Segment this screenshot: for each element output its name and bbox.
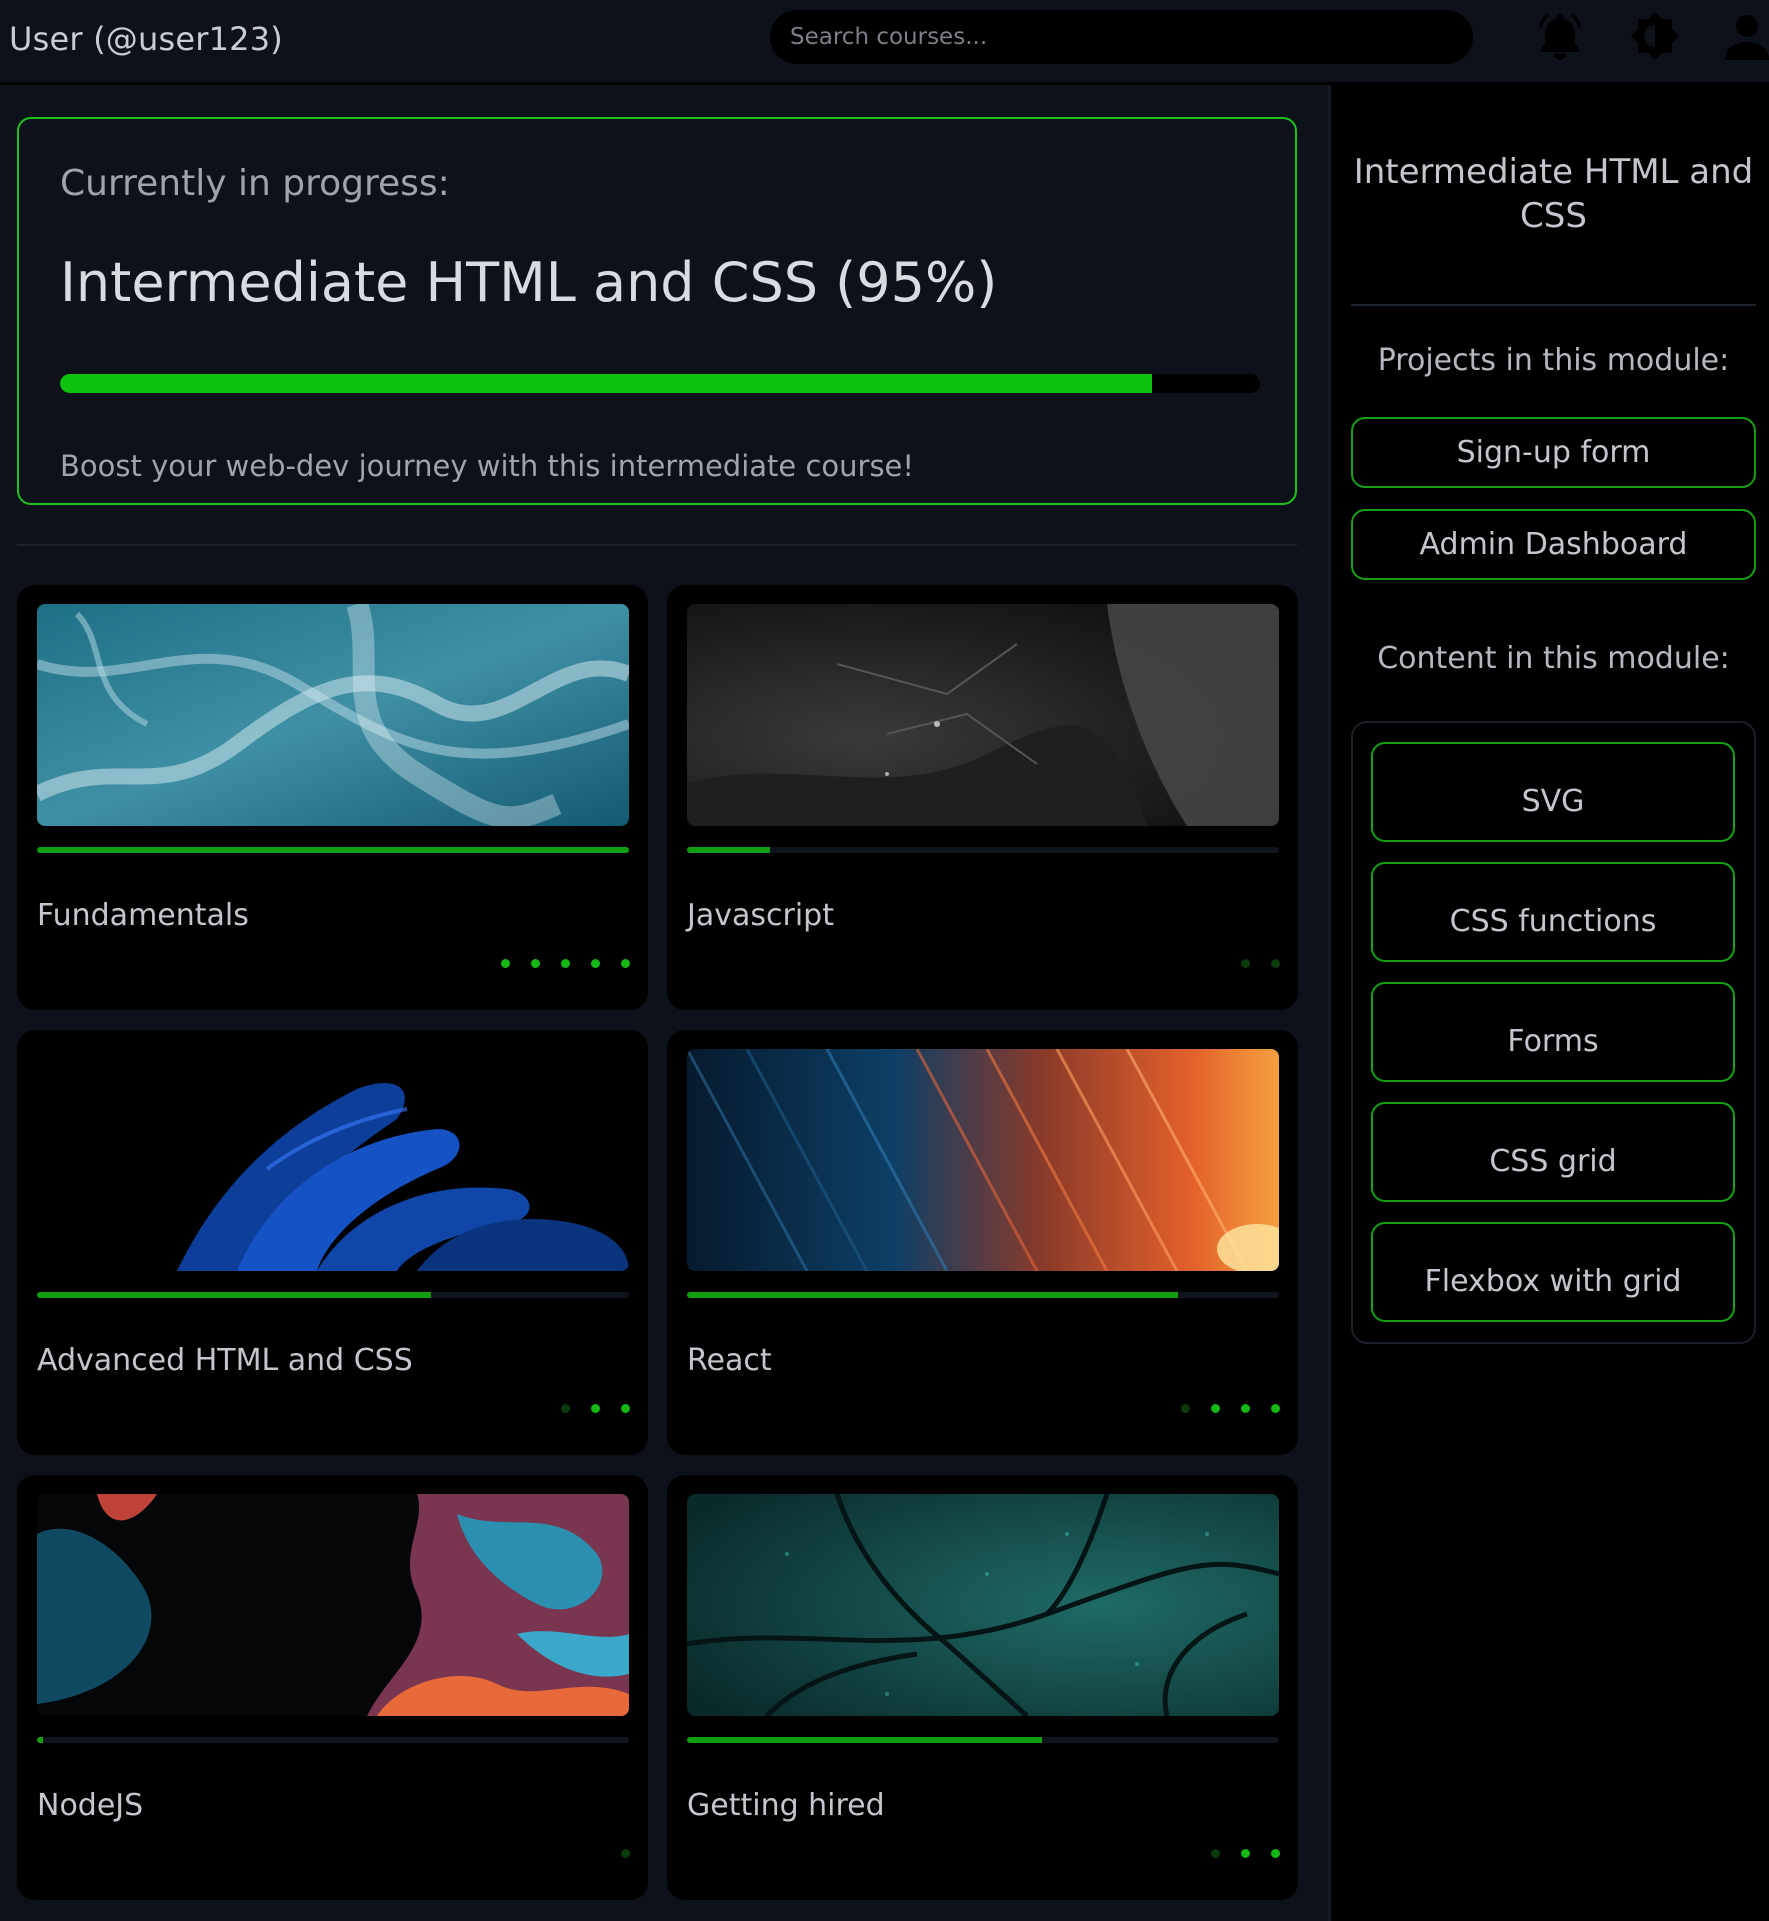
project-button-signup-form[interactable]: Sign-up form bbox=[1351, 417, 1756, 488]
course-image bbox=[37, 1049, 629, 1271]
lesson-dot bbox=[1211, 1403, 1220, 1413]
lesson-dot bbox=[1271, 958, 1280, 968]
module-sidebar: Intermediate HTML and CSS Projects in th… bbox=[1328, 85, 1769, 1921]
course-card[interactable]: Advanced HTML and CSS bbox=[17, 1030, 648, 1455]
lesson-dot bbox=[591, 958, 600, 968]
course-progress-fill bbox=[687, 847, 770, 853]
bell-icon[interactable] bbox=[1532, 8, 1588, 64]
content-item-css-functions[interactable]: CSS functions bbox=[1371, 862, 1735, 962]
lesson-dots bbox=[501, 956, 630, 970]
search-input[interactable] bbox=[770, 10, 1473, 64]
course-progress-bar bbox=[687, 847, 1279, 853]
top-bar: User (@user123) bbox=[0, 0, 1769, 85]
course-title: NodeJS bbox=[37, 1788, 144, 1823]
lesson-dots bbox=[561, 1401, 630, 1415]
course-progress-bar bbox=[687, 1737, 1279, 1743]
lesson-dot bbox=[531, 958, 540, 968]
course-card[interactable]: Javascript bbox=[667, 585, 1298, 1010]
content-heading: Content in this module: bbox=[1377, 641, 1730, 676]
course-progress-fill bbox=[687, 1737, 1043, 1743]
lesson-dot bbox=[501, 958, 510, 968]
course-title: Fundamentals bbox=[37, 898, 249, 933]
lesson-dot bbox=[1241, 1403, 1250, 1413]
lesson-dot bbox=[1271, 1848, 1280, 1858]
lesson-dots bbox=[1181, 1401, 1280, 1415]
course-card[interactable]: NodeJS bbox=[17, 1475, 648, 1900]
content-item-flexbox-with-grid[interactable]: Flexbox with grid bbox=[1371, 1222, 1735, 1322]
course-image bbox=[687, 1494, 1279, 1716]
progress-heading: Currently in progress: bbox=[60, 163, 450, 204]
lesson-dot bbox=[621, 1848, 630, 1858]
course-card[interactable]: Getting hired bbox=[667, 1475, 1298, 1900]
course-card[interactable]: Fundamentals bbox=[17, 585, 648, 1010]
course-image bbox=[687, 1049, 1279, 1271]
course-title: Advanced HTML and CSS bbox=[37, 1343, 413, 1378]
course-progress-bar bbox=[37, 1292, 629, 1298]
lesson-dot bbox=[621, 958, 630, 968]
course-description: Boost your web-dev journey with this int… bbox=[60, 449, 915, 483]
course-progress-bar bbox=[37, 847, 629, 853]
course-progress-fill bbox=[37, 1737, 43, 1743]
content-item-svg[interactable]: SVG bbox=[1371, 742, 1735, 842]
course-image bbox=[687, 604, 1279, 826]
course-progress-bar bbox=[60, 374, 1260, 393]
lesson-dot bbox=[1211, 1848, 1220, 1858]
lesson-dot bbox=[621, 1403, 630, 1413]
lesson-dot bbox=[1241, 958, 1250, 968]
current-course-title: Intermediate HTML and CSS (95%) bbox=[60, 251, 998, 314]
current-course-card[interactable]: Currently in progress: Intermediate HTML… bbox=[17, 117, 1297, 505]
lesson-dots bbox=[621, 1846, 630, 1860]
course-progress-fill bbox=[37, 847, 629, 853]
lesson-dot bbox=[1181, 1403, 1190, 1413]
lesson-dot bbox=[561, 958, 570, 968]
course-title: Getting hired bbox=[687, 1788, 885, 1823]
project-button-admin-dashboard[interactable]: Admin Dashboard bbox=[1351, 509, 1756, 580]
course-progress-bar bbox=[37, 1737, 629, 1743]
course-grid: Fundamentals Javascript Advanced HTML an… bbox=[17, 585, 1298, 1905]
lesson-dot bbox=[561, 1403, 570, 1413]
user-label: User (@user123) bbox=[9, 20, 283, 58]
course-title: React bbox=[687, 1343, 772, 1378]
course-progress-fill bbox=[37, 1292, 431, 1298]
module-title: Intermediate HTML and CSS bbox=[1353, 152, 1754, 236]
lesson-dots bbox=[1241, 956, 1280, 970]
divider bbox=[17, 544, 1297, 546]
brightness-icon[interactable] bbox=[1627, 8, 1683, 64]
lesson-dot bbox=[1271, 1403, 1280, 1413]
course-progress-fill bbox=[687, 1292, 1179, 1298]
course-card[interactable]: React bbox=[667, 1030, 1298, 1455]
main-content: Currently in progress: Intermediate HTML… bbox=[0, 88, 1328, 1921]
course-image bbox=[37, 1494, 629, 1716]
course-progress-fill bbox=[60, 374, 1152, 393]
course-image bbox=[37, 604, 629, 826]
divider bbox=[1351, 304, 1756, 306]
content-item-forms[interactable]: Forms bbox=[1371, 982, 1735, 1082]
course-title: Javascript bbox=[687, 898, 834, 933]
content-list: SVG CSS functions Forms CSS grid Flexbox… bbox=[1351, 721, 1756, 1344]
lesson-dots bbox=[1211, 1846, 1280, 1860]
content-item-css-grid[interactable]: CSS grid bbox=[1371, 1102, 1735, 1202]
lesson-dot bbox=[1241, 1848, 1250, 1858]
user-icon[interactable] bbox=[1719, 8, 1769, 64]
lesson-dot bbox=[591, 1403, 600, 1413]
projects-heading: Projects in this module: bbox=[1377, 343, 1730, 378]
course-progress-bar bbox=[687, 1292, 1279, 1298]
